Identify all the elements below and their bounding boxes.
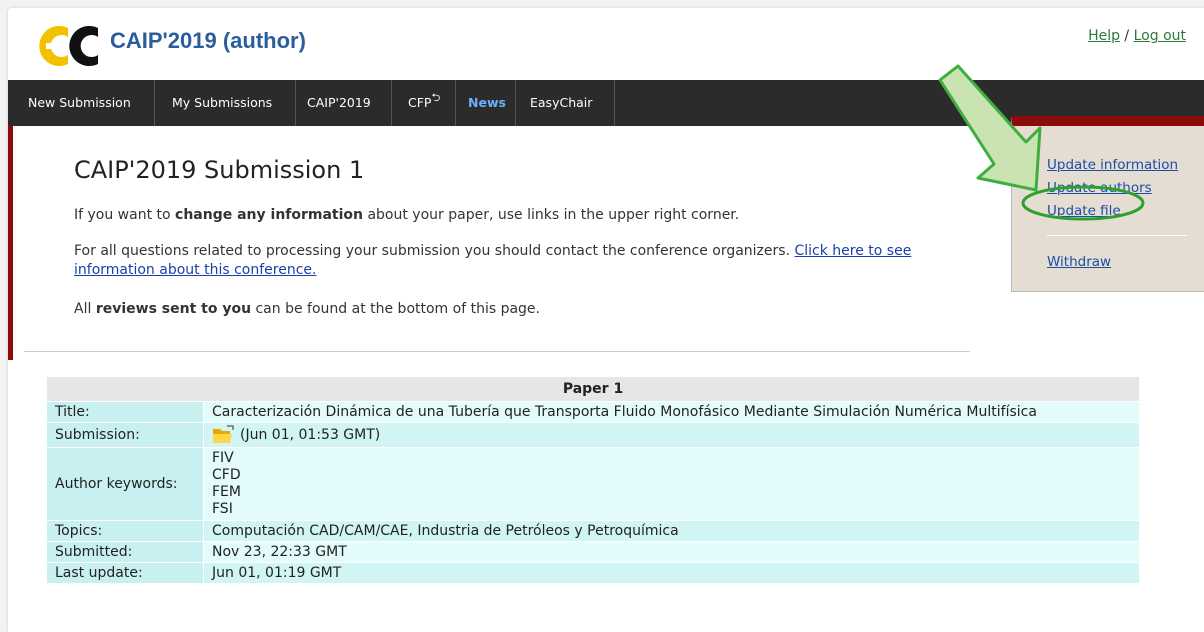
p3-text-post: can be found at the bottom of this page. [251,301,540,317]
table-row: Last update: Jun 01, 01:19 GMT [46,562,1140,584]
app-title: CAIP'2019 (author) [110,28,306,53]
table-row: Submission: (Jun 01, 01:53 GMT) [46,422,1140,448]
title-value: Caracterización Dinámica de una Tubería … [203,401,1140,423]
logout-link[interactable]: Log out [1134,28,1186,44]
submission-label: Submission: [46,422,204,448]
link-separator: / [1119,28,1134,44]
header-links: Help / Log out [1088,28,1186,44]
folder-icon[interactable] [212,425,234,445]
easychair-logo [39,25,98,67]
update-file-link[interactable]: Update file [1047,203,1121,219]
keywords-value: FIV CFD FEM FSI [203,447,1140,521]
submitted-label: Submitted: [46,541,204,563]
p3-text-pre: All [74,301,96,317]
help-link[interactable]: Help [1088,28,1120,44]
info-paragraph-1: If you want to change any information ab… [74,206,739,225]
info-paragraph-2: For all questions related to processing … [74,242,934,280]
divider [24,351,970,352]
keywords-label: Author keywords: [46,447,204,521]
nav-cfp[interactable]: CFP⮌ [400,80,456,126]
table-header-row: Paper 1 [46,376,1140,402]
table-row: Submitted: Nov 23, 22:33 GMT [46,541,1140,563]
nav-news[interactable]: News [460,80,516,126]
p1-text-bold: change any information [175,207,364,223]
topics-label: Topics: [46,520,204,542]
submission-value-cell: (Jun 01, 01:53 GMT) [203,422,1140,448]
submitted-value: Nov 23, 22:33 GMT [203,541,1140,563]
p2-text: For all questions related to processing … [74,243,795,259]
page-title: CAIP'2019 Submission 1 [74,156,365,184]
withdraw-link[interactable]: Withdraw [1047,254,1111,270]
panel-divider [1047,235,1187,236]
keyword: CFD [212,467,241,483]
return-icon: ⮌ [431,91,441,104]
keyword: FIV [212,450,234,466]
nav-cfp-label: CFP [408,95,432,110]
accent-bar [8,126,13,360]
p3-text-bold: reviews sent to you [95,301,252,317]
p1-text-post: about your paper, use links in the upper… [363,207,740,223]
lastupdate-value: Jun 01, 01:19 GMT [203,562,1140,584]
header: CAIP'2019 (author) Help / Log out [8,8,1204,80]
nav-caip2019[interactable]: CAIP'2019 [299,80,392,126]
table-row: Topics: Computación CAD/CAM/CAE, Industr… [46,520,1140,542]
browser-frame: CAIP'2019 (author) Help / Log out New Su… [8,8,1204,632]
keyword: FSI [212,501,233,517]
keyword: FEM [212,484,241,500]
topics-value: Computación CAD/CAM/CAE, Industria de Pe… [203,520,1140,542]
paper-header: Paper 1 [46,376,1140,402]
nav-easychair[interactable]: EasyChair [522,80,615,126]
title-label: Title: [46,401,204,423]
table-row: Author keywords: FIV CFD FEM FSI [46,447,1140,521]
paper-table: Paper 1 Title: Caracterización Dinámica … [46,376,1140,584]
table-row: Title: Caracterización Dinámica de una T… [46,401,1140,423]
update-authors-link[interactable]: Update authors [1047,180,1152,196]
nav-new-submission[interactable]: New Submission [20,80,155,126]
nav-my-submissions[interactable]: My Submissions [164,80,296,126]
actions-panel: Update information Update authors Update… [1011,116,1204,292]
lastupdate-label: Last update: [46,562,204,584]
submission-value: (Jun 01, 01:53 GMT) [240,427,381,443]
info-paragraph-3: All reviews sent to you can be found at … [74,300,540,319]
p1-text-pre: If you want to [74,207,176,223]
update-information-link[interactable]: Update information [1047,157,1178,173]
